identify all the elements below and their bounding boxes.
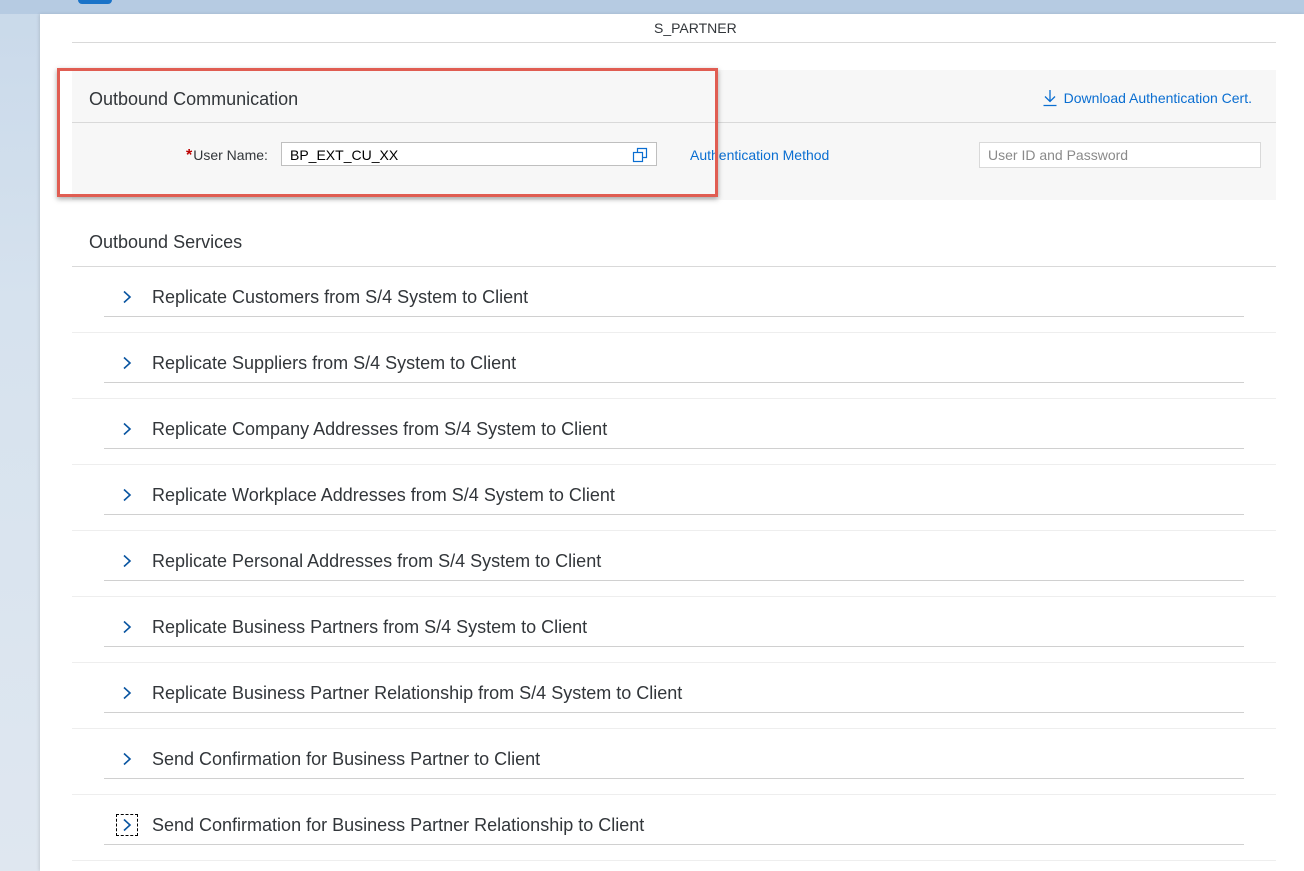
service-row: Send Confirmation for Business Partner R… — [72, 795, 1276, 861]
service-item-replicate-workplace-addresses[interactable]: Replicate Workplace Addresses from S/4 S… — [104, 465, 1244, 515]
chevron-right-icon[interactable] — [116, 748, 138, 770]
chevron-right-icon[interactable] — [116, 286, 138, 308]
cutoff-text — [650, 6, 1070, 16]
chevron-right-icon[interactable] — [116, 550, 138, 572]
chevron-right-icon[interactable] — [116, 418, 138, 440]
value-help-icon[interactable] — [632, 147, 648, 163]
outbound-services-list: Replicate Customers from S/4 System to C… — [72, 267, 1276, 861]
service-item-replicate-bp-relationship[interactable]: Replicate Business Partner Relationship … — [104, 663, 1244, 713]
user-name-input[interactable]: BP_EXT_CU_XX — [281, 142, 657, 166]
download-icon — [1043, 90, 1057, 107]
page-content: S_PARTNER Outbound Communication Downloa… — [40, 14, 1304, 871]
service-item-send-confirmation-bp-relationship[interactable]: Send Confirmation for Business Partner R… — [104, 795, 1244, 845]
service-label: Replicate Business Partners from S/4 Sys… — [152, 617, 588, 637]
service-label: Replicate Customers from S/4 System to C… — [152, 287, 529, 307]
required-indicator: * — [186, 147, 193, 164]
chevron-right-icon[interactable] — [116, 484, 138, 506]
user-name-label: *User Name: — [186, 147, 268, 165]
service-item-replicate-personal-addresses[interactable]: Replicate Personal Addresses from S/4 Sy… — [104, 531, 1244, 581]
divider — [72, 122, 1276, 123]
authentication-method-link[interactable]: Authentication Method — [690, 147, 829, 163]
service-row: Send Confirmation for Business Partner t… — [72, 729, 1276, 795]
field-value-partner: S_PARTNER — [654, 20, 737, 36]
download-link-label: Download Authentication Cert. — [1063, 90, 1252, 106]
user-name-label-text: User Name: — [193, 147, 268, 163]
service-label: Send Confirmation for Business Partner t… — [152, 749, 541, 769]
service-label: Replicate Personal Addresses from S/4 Sy… — [152, 551, 602, 571]
download-authentication-cert-link[interactable]: Download Authentication Cert. — [1042, 89, 1252, 107]
section-title: Outbound Communication — [89, 89, 299, 109]
service-item-replicate-suppliers[interactable]: Replicate Suppliers from S/4 System to C… — [104, 333, 1244, 383]
service-label: Replicate Workplace Addresses from S/4 S… — [152, 485, 615, 505]
service-row: Replicate Workplace Addresses from S/4 S… — [72, 465, 1276, 531]
service-item-replicate-customers[interactable]: Replicate Customers from S/4 System to C… — [104, 267, 1244, 317]
service-label: Replicate Business Partner Relationship … — [152, 683, 683, 703]
service-label: Replicate Company Addresses from S/4 Sys… — [152, 419, 608, 439]
service-row: Replicate Customers from S/4 System to C… — [72, 267, 1276, 333]
chevron-right-icon[interactable] — [116, 616, 138, 638]
service-row: Replicate Business Partner Relationship … — [72, 663, 1276, 729]
service-row: Replicate Business Partners from S/4 Sys… — [72, 597, 1276, 663]
chevron-right-icon[interactable] — [116, 352, 138, 374]
service-label: Send Confirmation for Business Partner R… — [152, 815, 645, 835]
service-row: Replicate Company Addresses from S/4 Sys… — [72, 399, 1276, 465]
outbound-communication-section: Outbound Communication Download Authenti… — [72, 70, 1276, 200]
service-row: Replicate Personal Addresses from S/4 Sy… — [72, 531, 1276, 597]
divider — [72, 42, 1276, 43]
service-item-replicate-company-addresses[interactable]: Replicate Company Addresses from S/4 Sys… — [104, 399, 1244, 449]
logo — [78, 0, 112, 4]
user-name-value: BP_EXT_CU_XX — [290, 147, 399, 163]
service-item-replicate-business-partners[interactable]: Replicate Business Partners from S/4 Sys… — [104, 597, 1244, 647]
service-item-send-confirmation-bp[interactable]: Send Confirmation for Business Partner t… — [104, 729, 1244, 779]
chevron-right-icon[interactable] — [116, 814, 138, 836]
authentication-method-field[interactable]: User ID and Password — [979, 142, 1261, 168]
service-row: Replicate Suppliers from S/4 System to C… — [72, 333, 1276, 399]
chevron-right-icon[interactable] — [116, 682, 138, 704]
outbound-services-title: Outbound Services — [89, 232, 243, 252]
service-label: Replicate Suppliers from S/4 System to C… — [152, 353, 517, 373]
